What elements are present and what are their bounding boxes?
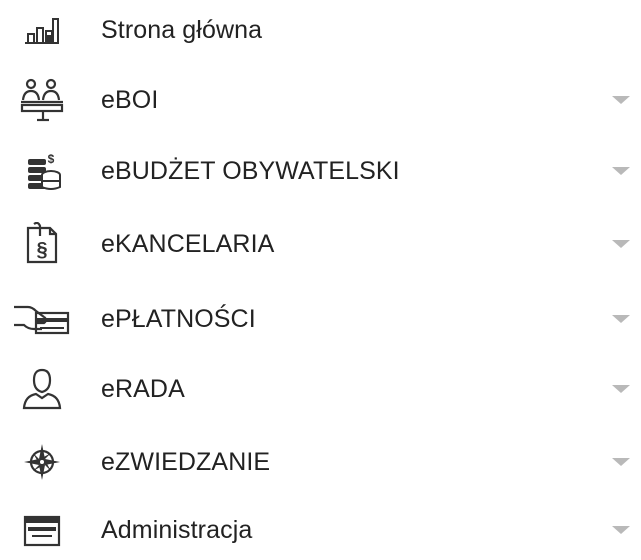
- user-icon: [0, 359, 84, 419]
- compass-icon: [0, 432, 84, 492]
- chevron-down-icon[interactable]: [612, 167, 630, 175]
- menu-item-label: eKANCELARIA: [101, 229, 275, 258]
- legal-document-icon: §: [0, 214, 84, 274]
- chevron-down-icon[interactable]: [612, 96, 630, 104]
- menu-item-eboi[interactable]: eBOI: [0, 70, 641, 130]
- window-icon: [0, 500, 84, 560]
- customer-service-icon: [0, 70, 84, 130]
- menu-item-strona-glowna[interactable]: Strona główna: [0, 0, 641, 60]
- card-payment-icon: [0, 289, 84, 349]
- menu-item-administracja[interactable]: Administracja: [0, 500, 641, 560]
- chevron-down-icon[interactable]: [612, 458, 630, 466]
- chevron-down-icon[interactable]: [612, 315, 630, 323]
- chevron-down-icon[interactable]: [612, 385, 630, 393]
- side-menu: Strona główna eBOI $ eBUDŻET OBYWATELSKI…: [0, 0, 641, 560]
- bar-chart-icon: [0, 0, 84, 60]
- chevron-down-icon[interactable]: [612, 526, 630, 534]
- menu-item-label: eRADA: [101, 374, 185, 403]
- menu-item-label: eBOI: [101, 85, 159, 114]
- menu-item-label: ePŁATNOŚCI: [101, 304, 256, 333]
- menu-item-label: eBUDŻET OBYWATELSKI: [101, 156, 400, 185]
- svg-text:$: $: [48, 152, 55, 166]
- coins-icon: $: [0, 141, 84, 201]
- chevron-down-icon[interactable]: [612, 240, 630, 248]
- menu-item-label: eZWIEDZANIE: [101, 447, 271, 476]
- menu-item-erada[interactable]: eRADA: [0, 359, 641, 419]
- menu-item-ezwiedzanie[interactable]: eZWIEDZANIE: [0, 432, 641, 492]
- menu-item-label: Strona główna: [101, 15, 263, 44]
- menu-item-label: Administracja: [101, 515, 253, 544]
- menu-item-ekancelaria[interactable]: § eKANCELARIA: [0, 214, 641, 274]
- svg-text:§: §: [36, 239, 47, 261]
- menu-item-eplatnosci[interactable]: ePŁATNOŚCI: [0, 289, 641, 349]
- menu-item-ebudzet-obywatelski[interactable]: $ eBUDŻET OBYWATELSKI: [0, 141, 641, 201]
